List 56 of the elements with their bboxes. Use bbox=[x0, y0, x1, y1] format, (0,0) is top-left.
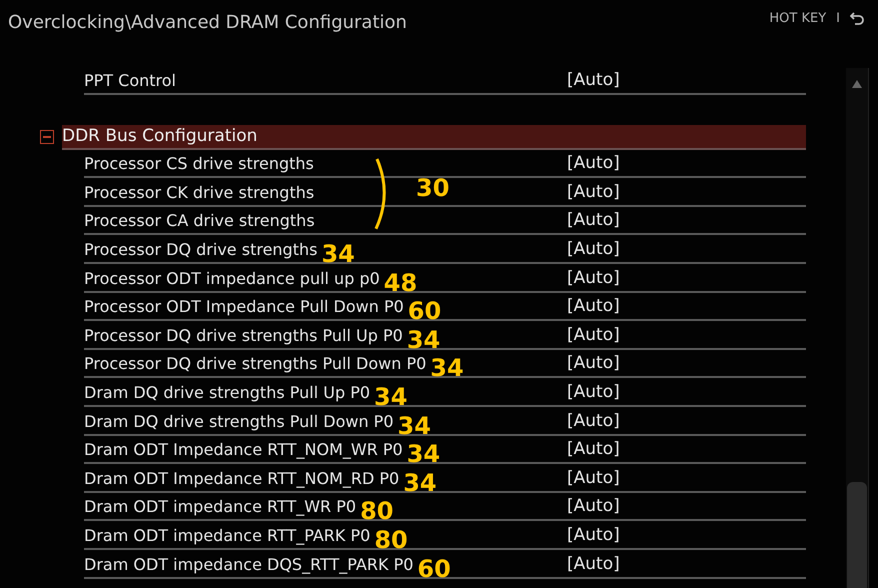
handwritten-note: 60 bbox=[417, 556, 451, 580]
setting-value[interactable]: [Auto] bbox=[567, 208, 620, 232]
setting-label: Processor DQ drive strengths Pull Up P0 bbox=[84, 324, 403, 347]
setting-label: Processor CS drive strengths bbox=[84, 153, 314, 176]
setting-value[interactable]: [Auto] bbox=[567, 437, 620, 462]
back-icon[interactable] bbox=[850, 11, 864, 25]
handwritten-note: 48 bbox=[384, 270, 418, 295]
setting-label: Processor CA drive strengths bbox=[84, 210, 315, 232]
section-header[interactable]: DDR Bus Configuration bbox=[62, 124, 806, 150]
handwritten-note: 34 bbox=[398, 414, 431, 438]
setting-value[interactable]: [Auto] bbox=[567, 68, 620, 92]
setting-value[interactable]: [Auto] bbox=[567, 552, 620, 576]
setting-value[interactable]: [Auto] bbox=[567, 294, 620, 318]
scrollbar[interactable] bbox=[846, 68, 869, 588]
setting-label: Dram ODT impedance RTT_PARK P0 bbox=[84, 524, 370, 547]
setting-value[interactable]: [Auto] bbox=[567, 494, 620, 518]
setting-label: Dram DQ drive strengths Pull Up P0 bbox=[84, 382, 370, 404]
setting-label: Processor CK drive strengths bbox=[84, 182, 314, 204]
setting-value[interactable]: [Auto] bbox=[567, 266, 620, 290]
setting-row[interactable]: PPT Control [Auto] bbox=[84, 66, 806, 95]
handwritten-note: 34 bbox=[430, 356, 464, 380]
scroll-thumb[interactable] bbox=[847, 482, 867, 588]
handwritten-note: 60 bbox=[408, 299, 442, 324]
handwritten-note: 34 bbox=[374, 384, 408, 409]
setting-label: Processor DQ drive strengths Pull Down P0 bbox=[84, 353, 426, 376]
setting-value[interactable]: [Auto] bbox=[567, 380, 620, 404]
separator-text: I bbox=[836, 10, 840, 26]
setting-label: Dram ODT Impedance RTT_NOM_RD P0 bbox=[84, 468, 400, 490]
breadcrumb-title: Overclocking\Advanced DRAM Configuration bbox=[8, 12, 407, 32]
setting-value[interactable]: [Auto] bbox=[567, 408, 620, 433]
handwritten-note: 34 bbox=[321, 242, 355, 266]
setting-label: Processor ODT Impedance Pull Down P0 bbox=[84, 296, 404, 318]
setting-label: Processor ODT impedance pull up p0 bbox=[84, 268, 380, 290]
handwritten-note: 34 bbox=[403, 470, 437, 495]
setting-value[interactable]: [Auto] bbox=[567, 522, 620, 547]
setting-label: Dram ODT Impedance RTT_NOM_WR P0 bbox=[84, 439, 403, 462]
setting-value[interactable]: [Auto] bbox=[567, 180, 620, 204]
setting-label: Dram ODT impedance DQS_RTT_PARK P0 bbox=[84, 554, 414, 576]
setting-value[interactable]: [Auto] bbox=[567, 151, 620, 176]
setting-value[interactable]: [Auto] bbox=[567, 351, 620, 376]
setting-value[interactable]: [Auto] bbox=[567, 466, 620, 490]
setting-label: Processor DQ drive strengths bbox=[84, 238, 318, 261]
setting-value[interactable]: [Auto] bbox=[567, 236, 620, 261]
handwritten-note: 80 bbox=[360, 499, 394, 524]
collapse-icon[interactable] bbox=[40, 130, 54, 144]
handwritten-note: 34 bbox=[406, 328, 440, 352]
hotkey-link[interactable]: HOT KEY bbox=[769, 10, 826, 26]
setting-label: PPT Control bbox=[84, 70, 176, 92]
handwritten-note: 80 bbox=[374, 528, 408, 552]
setting-row[interactable]: Processor CA drive strengths [Auto] bbox=[84, 206, 806, 236]
setting-value[interactable]: [Auto] bbox=[567, 322, 620, 347]
scroll-up-icon[interactable] bbox=[852, 80, 862, 88]
handwritten-note: 34 bbox=[406, 442, 440, 466]
setting-label: Dram ODT impedance RTT_WR P0 bbox=[84, 496, 356, 518]
setting-label: Dram DQ drive strengths Pull Down P0 bbox=[84, 410, 394, 433]
setting-row[interactable]: Processor CS drive strengths [Auto] bbox=[84, 150, 806, 178]
